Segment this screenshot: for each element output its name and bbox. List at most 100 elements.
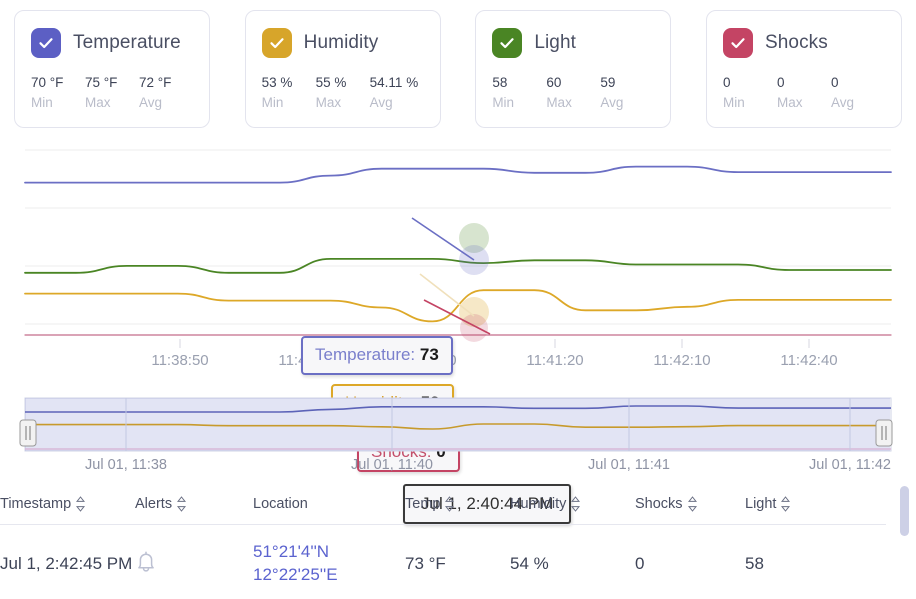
column-header-alerts[interactable]: Alerts — [135, 486, 253, 525]
navigator-x-label: Jul 01, 11:40 — [351, 457, 433, 473]
navigator-plot[interactable]: Jul 01, 11:38 Jul 01, 11:40 Jul 01, 11:41 J… — [0, 385, 916, 480]
navigator-left-handle[interactable] — [19, 419, 37, 447]
column-header-humidity[interactable]: Humidity — [510, 486, 635, 525]
temperature-avg-value: 72 °F — [139, 75, 172, 90]
column-label-light: Light — [745, 496, 777, 512]
shocks-avg-label: Avg — [830, 95, 854, 110]
light-avg-label: Avg — [600, 95, 624, 110]
column-label-location: Location — [253, 496, 308, 512]
column-header-timestamp[interactable]: Timestamp — [0, 486, 135, 525]
cell-alerts[interactable] — [135, 525, 253, 599]
temperature-card-stats: 70 °F Min 75 °F Max 72 °F Avg — [31, 75, 193, 110]
temperature-max-label: Max — [85, 95, 111, 110]
light-min-label: Min — [492, 95, 515, 110]
light-card-header: Light — [492, 25, 654, 61]
chart-x-label: 11:42:10 — [653, 352, 710, 369]
tooltip-temperature: Temperature: 73 — [301, 336, 453, 375]
chart-series-group — [24, 165, 892, 336]
chart-line-temperature — [24, 165, 892, 184]
navigator-x-axis-labels: Jul 01, 11:38 Jul 01, 11:40 Jul 01, 11:41 J… — [85, 457, 891, 473]
humidity-card-title: Humidity — [303, 32, 379, 53]
shocks-card-title: Shocks — [764, 32, 828, 53]
light-min-value: 58 — [492, 75, 508, 90]
temperature-card-title: Temperature — [73, 32, 181, 53]
readings-table-element: Timestamp Alerts Location Temp Humidity … — [0, 486, 886, 599]
navigator-right-handle[interactable] — [875, 419, 893, 447]
tooltip-temperature-label: Temperature: — [315, 345, 420, 364]
column-label-humidity: Humidity — [510, 496, 567, 512]
navigator-x-label: Jul 01, 11:42 — [809, 457, 891, 473]
temperature-checkbox[interactable] — [31, 28, 61, 58]
shocks-max-label: Max — [776, 95, 803, 110]
sensor-dashboard: Temperature 70 °F Min 75 °F Max 72 °F Av… — [0, 0, 916, 599]
readings-table-head: Timestamp Alerts Location Temp Humidity … — [0, 486, 886, 525]
light-max-stat: 60 Max — [546, 75, 600, 110]
marker-glow-shocks — [460, 314, 488, 342]
shocks-checkbox[interactable] — [722, 28, 753, 58]
temperature-card-header: Temperature — [31, 25, 193, 61]
light-max-value: 60 — [546, 75, 562, 90]
light-card-title: Light — [534, 32, 577, 53]
humidity-card-header: Humidity — [261, 25, 424, 61]
humidity-min-stat: 53 % Min — [262, 75, 316, 110]
column-header-location: Location — [253, 486, 405, 525]
table-vertical-scrollbar-thumb[interactable] — [900, 486, 909, 536]
column-header-temp[interactable]: Temp — [405, 486, 510, 525]
humidity-avg-value: 54.11 % — [369, 75, 419, 90]
column-label-alerts: Alerts — [135, 496, 173, 512]
temperature-min-value: 70 °F — [31, 75, 64, 90]
chart-x-label: 11:41:20 — [526, 352, 583, 369]
humidity-max-value: 55 % — [315, 75, 347, 90]
sort-icon-shocks[interactable] — [687, 496, 697, 512]
cell-light: 58 — [745, 553, 764, 573]
sort-icon-temp[interactable] — [445, 496, 455, 512]
light-avg-value: 59 — [600, 75, 616, 90]
shocks-min-stat: 0 Min — [723, 75, 777, 110]
column-header-shocks[interactable]: Shocks — [635, 486, 745, 525]
main-chart-plot[interactable]: 11:38:5011:40:0011:40:4011:41:2011:42:10… — [0, 140, 916, 380]
sort-icon-timestamp[interactable] — [76, 496, 86, 512]
humidity-card[interactable]: Humidity 53 % Min 55 % Max 54.11 % Avg — [244, 10, 441, 128]
shocks-avg-stat: 0 Avg — [831, 75, 885, 110]
shocks-card[interactable]: Shocks 0 Min 0 Max 0 Avg — [705, 10, 902, 128]
humidity-max-stat: 55 % Max — [316, 75, 370, 110]
humidity-card-stats: 53 % Min 55 % Max 54.11 % Avg — [262, 75, 424, 110]
table-header-row: Timestamp Alerts Location Temp Humidity … — [0, 486, 886, 525]
shocks-max-value: 0 — [776, 75, 785, 90]
light-card[interactable]: Light 58 Min 60 Max 59 Avg — [475, 10, 672, 128]
chart-x-axis-labels: 11:38:5011:40:0011:40:4011:41:2011:42:10… — [151, 352, 837, 369]
table-row[interactable]: Jul 1, 2:42:45 PM 51°21'4''N 12°22'25''E… — [0, 525, 886, 599]
column-label-shocks: Shocks — [635, 496, 683, 512]
sort-icon-humidity[interactable] — [571, 496, 581, 512]
sort-icon-light[interactable] — [781, 496, 791, 512]
navigator-x-label: Jul 01, 11:41 — [588, 457, 670, 473]
chart-hover-markers — [459, 223, 489, 342]
sort-icon-alerts[interactable] — [177, 496, 187, 512]
humidity-min-label: Min — [261, 95, 284, 110]
shocks-min-value: 0 — [722, 75, 731, 90]
humidity-checkbox[interactable] — [261, 28, 292, 58]
column-header-light[interactable]: Light — [745, 486, 886, 525]
navigator-x-label: Jul 01, 11:38 — [85, 457, 167, 473]
cell-location[interactable]: 51°21'4''N 12°22'25''E — [253, 525, 405, 599]
shocks-avg-value: 0 — [830, 75, 839, 90]
light-avg-stat: 59 Avg — [600, 75, 654, 110]
temperature-max-stat: 75 °F Max — [85, 75, 139, 110]
main-chart[interactable]: 11:38:5011:40:0011:40:4011:41:2011:42:10… — [0, 140, 916, 524]
chart-navigator[interactable]: Jul 01, 11:38 Jul 01, 11:40 Jul 01, 11:41 J… — [0, 385, 916, 480]
shocks-card-stats: 0 Min 0 Max 0 Avg — [723, 75, 885, 110]
tooltip-temperature-value: 73 — [419, 345, 439, 364]
light-checkbox[interactable] — [492, 28, 523, 58]
light-card-stats: 58 Min 60 Max 59 Avg — [492, 75, 654, 110]
humidity-min-value: 53 % — [261, 75, 293, 90]
temperature-min-label: Min — [31, 95, 53, 110]
bell-icon[interactable] — [135, 551, 157, 577]
navigator-body[interactable] — [24, 397, 892, 452]
temperature-avg-label: Avg — [139, 95, 163, 110]
light-min-stat: 58 Min — [492, 75, 546, 110]
temperature-card[interactable]: Temperature 70 °F Min 75 °F Max 72 °F Av… — [14, 10, 210, 128]
cell-location-longitude: 12°22'25''E — [253, 564, 338, 584]
readings-table: Timestamp Alerts Location Temp Humidity … — [0, 486, 916, 599]
light-max-label: Max — [546, 95, 572, 110]
humidity-avg-stat: 54.11 % Avg — [370, 75, 424, 110]
